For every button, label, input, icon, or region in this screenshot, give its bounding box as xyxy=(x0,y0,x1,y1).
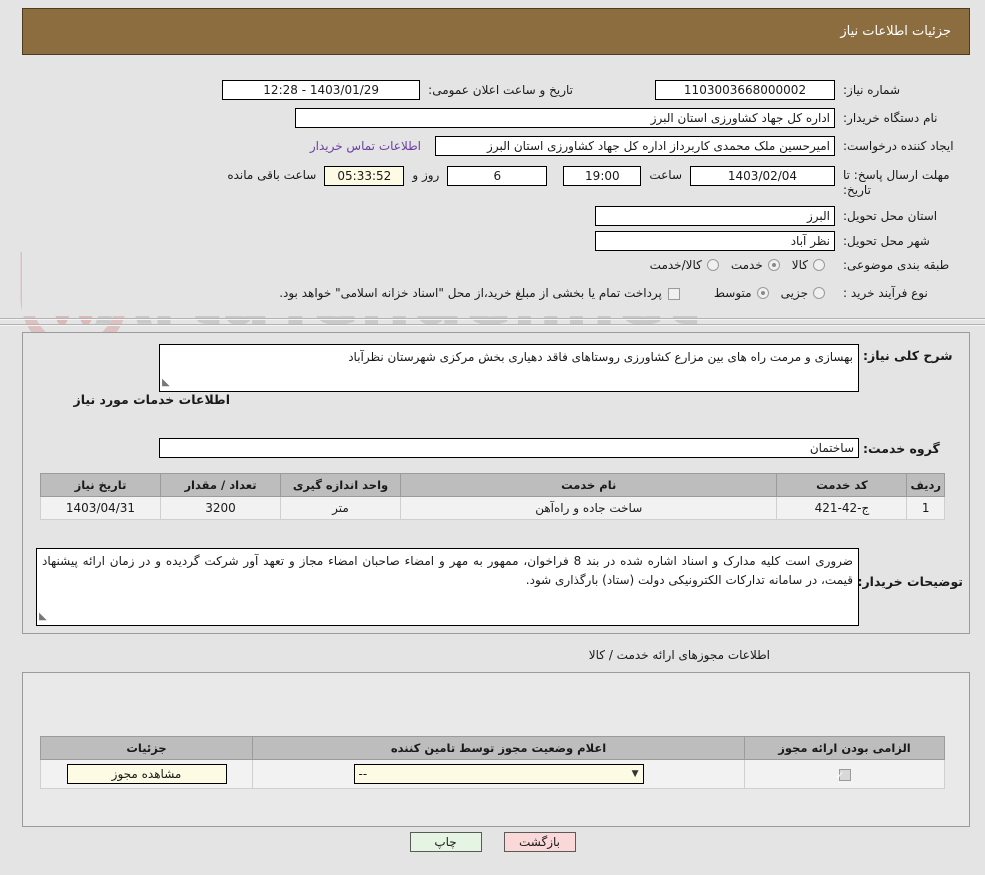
services-col-unit: واحد اندازه گیری xyxy=(280,473,401,497)
need-number-row: شماره نیاز: 1103003668000002 xyxy=(655,80,963,100)
buyer-notes-textarea[interactable]: ضروری است کلیه مدارک و اسناد اشاره شده د… xyxy=(36,548,859,626)
permits-section-title: اطلاعات مجوزهای ارائه خدمت / کالا xyxy=(588,648,770,662)
cell-permit-required xyxy=(744,759,945,789)
service-group-row: گروه خدمت: ساختمان xyxy=(159,438,963,458)
radio-purchase-motavaset[interactable] xyxy=(756,287,769,299)
permit-required-checkbox xyxy=(838,768,851,781)
buyer-org-row: نام دستگاه خریدار: اداره کل جهاد کشاورزی… xyxy=(295,108,963,128)
cell-service-name: ساخت جاده و راه‌آهن xyxy=(399,496,778,520)
city-field[interactable]: نظر آباد xyxy=(595,231,835,251)
services-col-date: تاریخ نیاز xyxy=(40,473,161,497)
chevron-down-icon: ▼ xyxy=(631,769,639,779)
classification-label: طبقه بندی موضوعی: xyxy=(843,258,950,272)
resize-grip-icon[interactable]: ◢ xyxy=(162,375,170,391)
creator-row: ایجاد کننده درخواست: امیرحسین ملک محمدی … xyxy=(310,136,963,156)
creator-field[interactable]: امیرحسین ملک محمدی کاربرداز اداره کل جها… xyxy=(435,136,835,156)
radio-classification-khedmat[interactable] xyxy=(767,259,780,271)
radio-classification-kala[interactable] xyxy=(813,259,825,271)
radio-purchase-motavaset-label: متوسط xyxy=(713,286,752,300)
purchase-type-row: نوع فرآیند خرید : جزیی متوسط پرداخت تمام… xyxy=(279,286,963,300)
permits-section-title-row: اطلاعات مجوزهای ارائه خدمت / کالا xyxy=(589,648,770,662)
radio-purchase-jozei-label: جزیی xyxy=(780,286,808,300)
buyer-notes-text: ضروری است کلیه مدارک و اسناد اشاره شده د… xyxy=(42,554,853,587)
days-and-label: روز و xyxy=(412,168,440,182)
service-group-field[interactable]: ساختمان xyxy=(159,438,859,458)
permits-table: الزامی بودن ارائه مجوز اعلام وضعیت مجوز … xyxy=(40,736,945,789)
services-table: ردیف کد خدمت نام خدمت واحد اندازه گیری ت… xyxy=(40,473,945,520)
description-label: شرح کلی نیاز: xyxy=(863,348,953,363)
service-group-label: گروه خدمت: xyxy=(863,440,940,456)
deadline-label: مهلت ارسال پاسخ: تا تاریخ: xyxy=(843,168,950,197)
divider-2 xyxy=(0,324,985,326)
announce-datetime-field[interactable]: 1403/01/29 - 12:28 xyxy=(222,80,421,100)
purchase-type-label: نوع فرآیند خرید : xyxy=(843,286,928,300)
services-table-row: 1 ج-42-421 ساخت جاده و راه‌آهن متر 3200 … xyxy=(40,496,945,520)
radio-classification-kala-khedmat[interactable] xyxy=(706,259,719,271)
cell-row-no: 1 xyxy=(906,496,945,520)
services-col-qty: تعداد / مقدار xyxy=(160,473,281,497)
footer-button-bar: بازگشت چاپ xyxy=(0,832,985,852)
divider-1 xyxy=(0,318,985,320)
permits-col-required: الزامی بودن ارائه مجوز xyxy=(744,736,945,760)
cell-permit-detail: مشاهده مجوز xyxy=(40,759,253,789)
services-table-wrap: ردیف کد خدمت نام خدمت واحد اندازه گیری ت… xyxy=(40,473,945,520)
deadline-time-field[interactable]: 19:00 xyxy=(563,166,642,186)
cell-quantity: 3200 xyxy=(160,496,281,520)
permits-table-row: ▼ -- مشاهده مجوز xyxy=(40,759,945,789)
radio-classification-kala-khedmat-label: کالا/خدمت xyxy=(649,258,702,272)
back-button[interactable]: بازگشت xyxy=(503,832,576,852)
announce-datetime-label: تاریخ و ساعت اعلان عمومی: xyxy=(428,83,573,97)
description-row: شرح کلی نیاز: بهسازی و مرمت راه های بین … xyxy=(159,344,963,392)
buyer-contact-link[interactable]: اطلاعات تماس خریدار xyxy=(310,139,421,153)
province-field[interactable]: البرز xyxy=(595,206,835,226)
time-remaining-field: 05:33:52 xyxy=(324,166,405,186)
hour-label: ساعت xyxy=(649,168,682,182)
permits-table-wrap: الزامی بودن ارائه مجوز اعلام وضعیت مجوز … xyxy=(40,736,945,789)
hours-remaining-label: ساعت باقی مانده xyxy=(227,168,317,182)
need-number-field[interactable]: 1103003668000002 xyxy=(655,80,835,100)
creator-label: ایجاد کننده درخواست: xyxy=(843,139,954,153)
need-number-label: شماره نیاز: xyxy=(843,83,900,97)
permits-col-status: اعلام وضعیت مجوز توسط تامین کننده xyxy=(252,736,745,760)
buyer-org-label: نام دستگاه خریدار: xyxy=(843,111,938,125)
services-col-code: کد خدمت xyxy=(776,473,908,497)
permit-status-select[interactable]: ▼ -- xyxy=(353,764,644,784)
classification-row: طبقه بندی موضوعی: کالا خدمت کالا/خدمت xyxy=(638,258,963,272)
services-col-row-no: ردیف xyxy=(906,473,945,497)
radio-classification-khedmat-label: خدمت xyxy=(730,258,763,272)
buyer-org-field[interactable]: اداره کل جهاد کشاورزی استان البرز xyxy=(295,108,835,128)
city-label: شهر محل تحویل: xyxy=(843,234,930,248)
services-section-title: اطلاعات خدمات مورد نیاز xyxy=(73,392,231,407)
services-table-header-row: ردیف کد خدمت نام خدمت واحد اندازه گیری ت… xyxy=(40,473,945,497)
radio-classification-kala-label: کالا xyxy=(791,258,808,272)
cell-unit: متر xyxy=(280,496,401,520)
days-remaining-field[interactable]: 6 xyxy=(447,166,548,186)
city-row: شهر محل تحویل: نظر آباد xyxy=(595,231,963,251)
deadline-date-field[interactable]: 1403/02/04 xyxy=(690,166,835,186)
permits-table-header-row: الزامی بودن ارائه مجوز اعلام وضعیت مجوز … xyxy=(40,736,945,760)
print-button[interactable]: چاپ xyxy=(409,832,482,852)
treasury-bond-checkbox[interactable] xyxy=(667,287,680,300)
services-section-title-row: اطلاعات خدمات مورد نیاز xyxy=(74,392,231,407)
deadline-row: مهلت ارسال پاسخ: تا تاریخ: 1403/02/04 سا… xyxy=(227,166,963,198)
description-textarea[interactable]: بهسازی و مرمت راه های بین مزارع کشاورزی … xyxy=(159,344,859,392)
buyer-notes-label: توضیحات خریدار: xyxy=(857,574,963,589)
page-header: جزئیات اطلاعات نیاز xyxy=(22,8,970,55)
permit-status-value: -- xyxy=(358,767,368,781)
permits-col-detail: جزئیات xyxy=(40,736,253,760)
page-title: جزئیات اطلاعات نیاز xyxy=(840,24,951,39)
buyer-notes-row: توضیحات خریدار: ضروری است کلیه مدارک و ا… xyxy=(36,548,963,626)
cell-service-code: ج-42-421 xyxy=(776,496,908,520)
view-permit-button[interactable]: مشاهده مجوز xyxy=(66,764,227,784)
province-row: استان محل تحویل: البرز xyxy=(595,206,963,226)
announce-datetime-row: تاریخ و ساعت اعلان عمومی: 1403/01/29 - 1… xyxy=(222,80,573,100)
radio-purchase-jozei[interactable] xyxy=(813,287,825,299)
description-text: بهسازی و مرمت راه های بین مزارع کشاورزی … xyxy=(348,350,853,364)
cell-permit-status: ▼ -- xyxy=(252,759,745,789)
treasury-bond-label: پرداخت تمام یا بخشی از مبلغ خرید،از محل … xyxy=(279,286,662,300)
cell-need-date: 1403/04/31 xyxy=(40,496,161,520)
resize-grip-icon-2[interactable]: ◢ xyxy=(39,609,47,625)
province-label: استان محل تحویل: xyxy=(843,209,938,223)
services-col-name: نام خدمت xyxy=(399,473,778,497)
